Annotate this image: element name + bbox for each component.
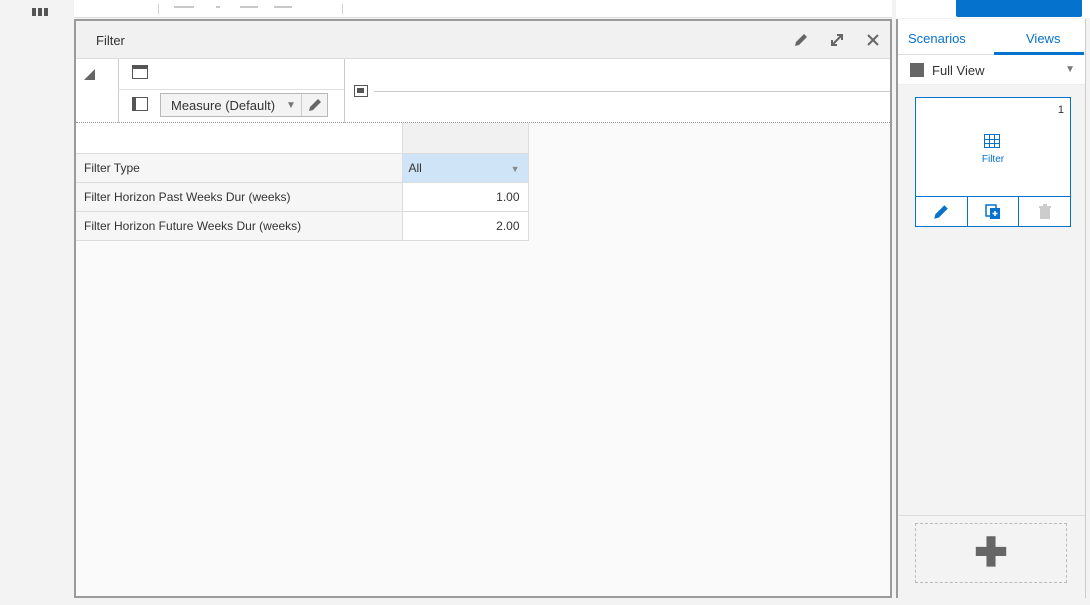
duplicate-icon (985, 203, 1000, 219)
toolbar-fragment (174, 6, 194, 8)
card-label: Filter (981, 154, 1005, 165)
chevron-down-icon[interactable]: ▼ (1065, 64, 1075, 75)
close-icon[interactable] (864, 31, 882, 49)
add-view-button[interactable]: ✚ (915, 523, 1067, 583)
grid-area: Filter Type All ▼ Filter Horizon Past We… (76, 123, 890, 596)
tab-scenarios[interactable]: Scenarios (908, 31, 966, 46)
measure-label: Measure (Default) (171, 97, 276, 113)
pivot-divider (118, 89, 344, 90)
sidebar-tabs: Scenarios Views (898, 19, 1085, 55)
views-body: 1 Filter ✚ (898, 85, 1085, 598)
select-value: All (408, 160, 422, 175)
chevron-down-icon[interactable]: ▼ (511, 164, 520, 174)
top-toolbar-strip (74, 0, 892, 18)
column-axis-icon[interactable] (132, 97, 148, 111)
row-label: Filter Type (76, 153, 403, 183)
filter-type-select[interactable]: All ▼ (402, 153, 529, 183)
tab-views[interactable]: Views (1026, 31, 1060, 46)
card-actions (916, 196, 1070, 226)
row-axis-icon[interactable] (132, 65, 148, 79)
toolbar-divider (342, 4, 343, 14)
expand-icon[interactable] (828, 31, 846, 49)
table-row: Filter Horizon Future Weeks Dur (weeks) … (76, 211, 529, 241)
panel-title: Filter (96, 33, 125, 48)
toolbar-fragment (240, 6, 258, 8)
primary-action-button[interactable] (956, 0, 1082, 17)
pivot-divider (118, 59, 119, 123)
left-rail (0, 0, 74, 605)
card-number: 1 (1057, 104, 1064, 116)
table-icon (984, 134, 1000, 148)
duplicate-view-button[interactable] (968, 197, 1020, 226)
toolbar-fragment (216, 6, 220, 8)
grid-column-header (402, 123, 529, 154)
pivot-divider (344, 59, 345, 123)
toolbar-divider (158, 4, 159, 14)
data-grid: Filter Type All ▼ Filter Horizon Past We… (76, 123, 529, 241)
plus-icon: ✚ (974, 531, 1008, 575)
views-sidebar: Scenarios Views Full View ▼ 1 Filter ✚ (896, 19, 1086, 598)
view-swatch-icon (910, 63, 924, 77)
page-axis-line (374, 91, 890, 92)
past-weeks-cell[interactable]: 1.00 (402, 182, 529, 212)
measure-chip[interactable]: Measure (Default) ▼ (160, 93, 328, 117)
trash-icon (1038, 203, 1051, 219)
grid-header-row (76, 123, 529, 154)
edit-view-button[interactable] (916, 197, 968, 226)
row-label: Filter Horizon Future Weeks Dur (weeks) (76, 211, 403, 241)
page-axis-icon[interactable] (354, 85, 368, 97)
table-row: Filter Type All ▼ (76, 153, 529, 183)
measure-edit-pencil-icon[interactable] (301, 94, 327, 116)
toolbar-fragment (274, 6, 292, 8)
chevron-down-icon[interactable]: ▼ (281, 100, 301, 111)
future-weeks-cell[interactable]: 2.00 (402, 211, 529, 241)
menu-grip-icon[interactable] (32, 8, 48, 16)
view-select-label: Full View (932, 63, 985, 78)
panel-header: Filter (76, 21, 890, 59)
view-selector[interactable]: Full View ▼ (898, 55, 1085, 85)
pencil-icon[interactable] (792, 31, 810, 49)
pencil-icon (934, 204, 949, 219)
grid-header-corner (76, 123, 403, 154)
pivot-area: Measure (Default) ▼ (76, 59, 890, 123)
delete-view-button[interactable] (1019, 197, 1070, 226)
pivot-corner-icon[interactable] (84, 69, 95, 80)
sidebar-divider (898, 515, 1085, 516)
row-label: Filter Horizon Past Weeks Dur (weeks) (76, 182, 403, 212)
view-card[interactable]: 1 Filter (915, 97, 1071, 227)
table-row: Filter Horizon Past Weeks Dur (weeks) 1.… (76, 182, 529, 212)
filter-panel: Filter Measure (Default) ▼ Filter Type A… (74, 19, 892, 598)
